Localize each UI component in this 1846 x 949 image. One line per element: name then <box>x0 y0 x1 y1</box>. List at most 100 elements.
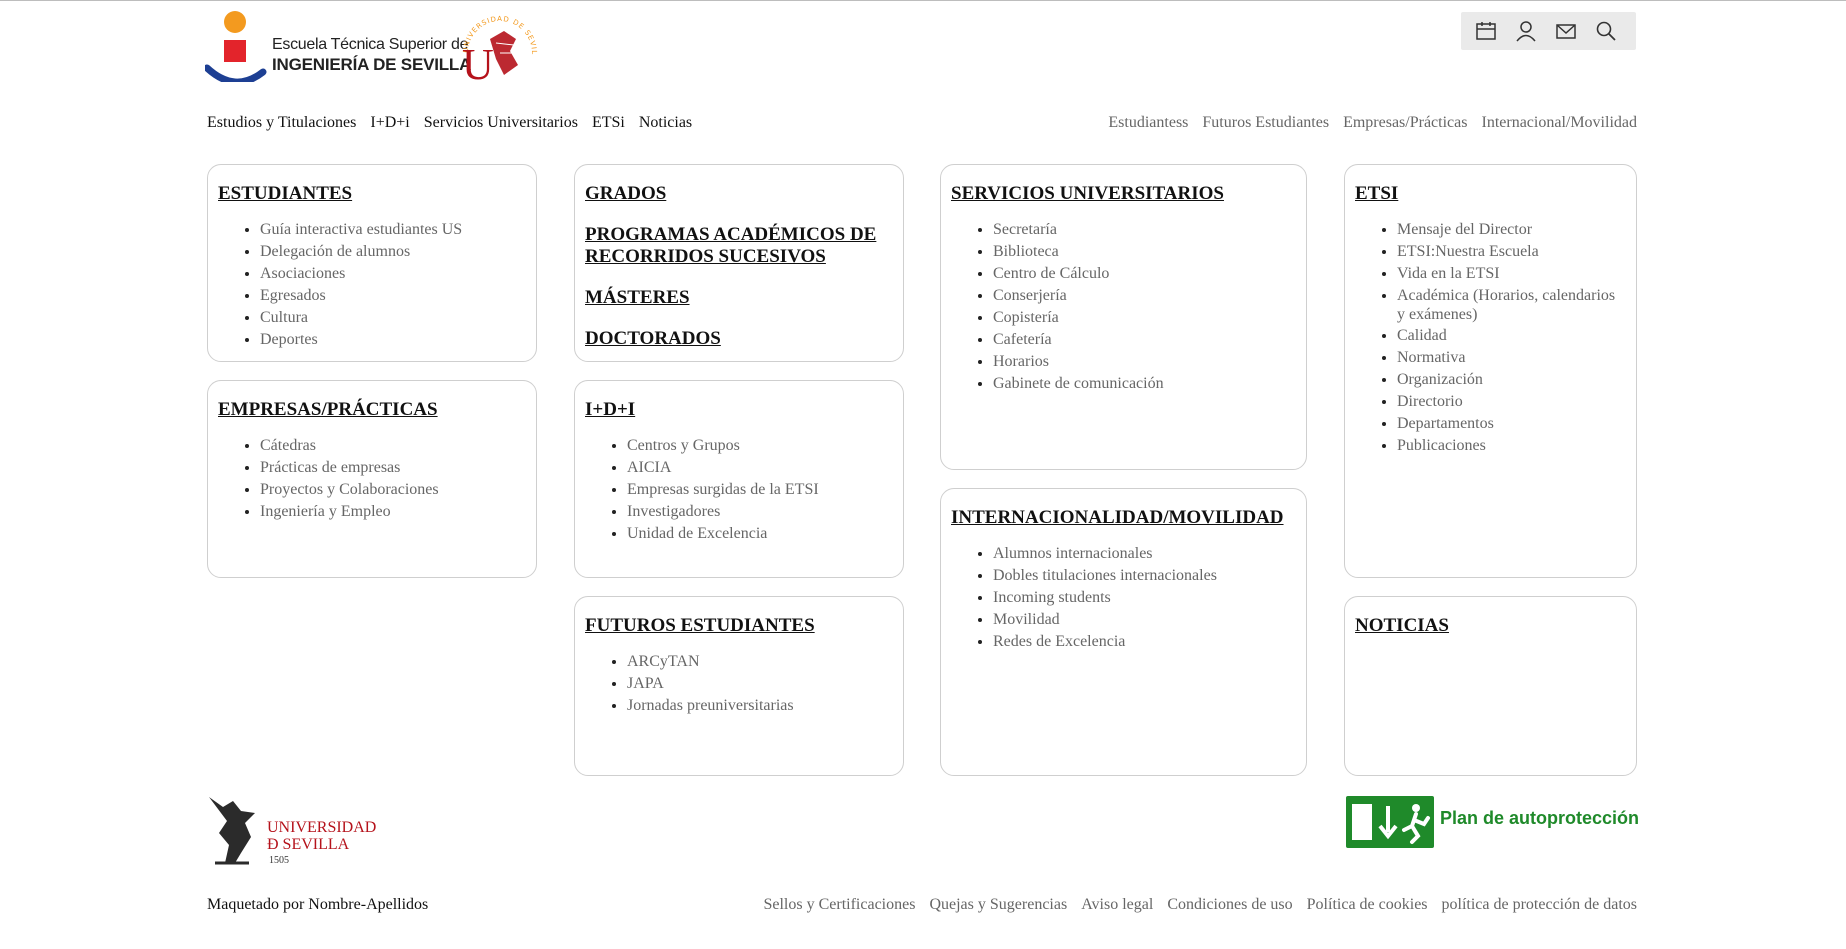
search-icon[interactable] <box>1595 20 1619 42</box>
list-item[interactable]: Asociaciones <box>260 263 526 285</box>
us-footer-year: 1505 <box>269 855 289 866</box>
list-item[interactable]: Movilidad <box>993 609 1296 631</box>
footer-link-aviso-legal[interactable]: Aviso legal <box>1081 896 1153 914</box>
plan-autoproteccion-label[interactable]: Plan de autoprotección <box>1440 808 1639 829</box>
user-icon[interactable] <box>1515 20 1539 42</box>
mail-icon[interactable] <box>1555 20 1579 42</box>
list-item[interactable]: Guía interactiva estudiantes US <box>260 219 526 241</box>
card-list: Alumnos internacionales Dobles titulacio… <box>951 543 1296 653</box>
list-item[interactable]: Gabinete de comunicación <box>993 373 1296 395</box>
list-item[interactable]: Secretaría <box>993 219 1296 241</box>
list-item[interactable]: Copistería <box>993 307 1296 329</box>
list-item[interactable]: Alumnos internacionales <box>993 543 1296 565</box>
us-footer-logo[interactable]: UNIVERSIDAD Ð SEVILLA 1505 <box>205 793 385 869</box>
card-list: Guía interactiva estudiantes US Delegaci… <box>218 219 526 351</box>
list-item[interactable]: Mensaje del Director <box>1397 219 1626 241</box>
list-item[interactable]: Organización <box>1397 369 1626 391</box>
card-etsi: ETSI Mensaje del Director ETSI:Nuestra E… <box>1344 164 1637 578</box>
footer-link-condiciones[interactable]: Condiciones de uso <box>1167 896 1292 914</box>
list-item[interactable]: Cafetería <box>993 329 1296 351</box>
nav-noticias[interactable]: Noticias <box>639 114 692 132</box>
list-item[interactable]: Biblioteca <box>993 241 1296 263</box>
card-title[interactable]: NOTICIAS <box>1355 615 1626 637</box>
list-item[interactable]: Cultura <box>260 307 526 329</box>
emergency-exit-icon <box>1346 796 1434 848</box>
list-item[interactable]: Vida en la ETSI <box>1397 263 1626 285</box>
list-item[interactable]: Conserjería <box>993 285 1296 307</box>
heading-programas[interactable]: PROGRAMAS ACADÉMICOS DE RECORRIDOS SUCES… <box>585 224 893 268</box>
nav-empresas[interactable]: Empresas/Prácticas <box>1343 114 1467 132</box>
audience-nav: Estudiantess Futuros Estudiantes Empresa… <box>1108 114 1637 132</box>
list-item[interactable]: Centro de Cálculo <box>993 263 1296 285</box>
card-title[interactable]: ETSI <box>1355 183 1626 205</box>
list-item[interactable]: Empresas surgidas de la ETSI <box>627 479 893 501</box>
list-item[interactable]: Redes de Excelencia <box>993 631 1296 653</box>
list-item[interactable]: Normativa <box>1397 347 1626 369</box>
list-item[interactable]: Proyectos y Colaboraciones <box>260 479 526 501</box>
list-item[interactable]: Unidad de Excelencia <box>627 523 893 545</box>
list-item[interactable]: Cátedras <box>260 435 526 457</box>
list-item[interactable]: ARCyTAN <box>627 651 893 673</box>
card-empresas: EMPRESAS/PRÁCTICAS Cátedras Prácticas de… <box>207 380 537 578</box>
list-item[interactable]: Dobles titulaciones internacionales <box>993 565 1296 587</box>
calendar-icon[interactable] <box>1475 20 1499 42</box>
us-seal-logo[interactable]: UNIVERSIDAD DE SEVILLA U <box>453 3 540 89</box>
list-item[interactable]: Centros y Grupos <box>627 435 893 457</box>
heading-doctorados[interactable]: DOCTORADOS <box>585 328 893 350</box>
list-item[interactable]: Publicaciones <box>1397 435 1626 457</box>
card-futuros: FUTUROS ESTUDIANTES ARCyTAN JAPA Jornada… <box>574 596 904 776</box>
header-toolbar <box>1461 12 1636 50</box>
list-item[interactable]: AICIA <box>627 457 893 479</box>
heading-masteres[interactable]: MÁSTERES <box>585 287 893 309</box>
nav-internacional[interactable]: Internacional/Movilidad <box>1481 114 1637 132</box>
card-estudiantes: ESTUDIANTES Guía interactiva estudiantes… <box>207 164 537 362</box>
logo-line-2: INGENIERÍA DE SEVILLA <box>272 55 472 74</box>
card-title[interactable]: FUTUROS ESTUDIANTES <box>585 615 893 637</box>
list-item[interactable]: Jornadas preuniversitarias <box>627 695 893 717</box>
footer-link-proteccion-datos[interactable]: política de protección de datos <box>1442 896 1637 914</box>
card-estudios: GRADOS PROGRAMAS ACADÉMICOS DE RECORRIDO… <box>574 164 904 362</box>
card-idi: I+D+I Centros y Grupos AICIA Empresas su… <box>574 380 904 578</box>
card-servicios: SERVICIOS UNIVERSITARIOS Secretaría Bibl… <box>940 164 1307 470</box>
list-item[interactable]: Departamentos <box>1397 413 1626 435</box>
card-title[interactable]: I+D+I <box>585 399 893 421</box>
list-item[interactable]: JAPA <box>627 673 893 695</box>
list-item[interactable]: Directorio <box>1397 391 1626 413</box>
credit-text: Maquetado por Nombre-Apellidos <box>207 896 429 913</box>
list-item[interactable]: Horarios <box>993 351 1296 373</box>
nav-estudios[interactable]: Estudios y Titulaciones <box>207 114 356 132</box>
footer-links: Sellos y Certificaciones Quejas y Sugere… <box>763 896 1637 914</box>
list-item[interactable]: Delegación de alumnos <box>260 241 526 263</box>
footer-link-cookies[interactable]: Política de cookies <box>1307 896 1428 914</box>
list-item[interactable]: Académica (Horarios, calendarios y exáme… <box>1397 285 1626 325</box>
list-item[interactable]: ETSI:Nuestra Escuela <box>1397 241 1626 263</box>
list-item[interactable]: Investigadores <box>627 501 893 523</box>
heading-grados[interactable]: GRADOS <box>585 183 893 205</box>
card-title[interactable]: EMPRESAS/PRÁCTICAS <box>218 399 526 421</box>
card-noticias: NOTICIAS <box>1344 596 1637 776</box>
list-item[interactable]: Prácticas de empresas <box>260 457 526 479</box>
etsi-logo-text: Escuela Técnica Superior de INGENIERÍA D… <box>272 35 471 75</box>
footer-link-sellos[interactable]: Sellos y Certificaciones <box>763 896 915 914</box>
main-nav: Estudios y Titulaciones I+D+i Servicios … <box>207 114 692 132</box>
card-title[interactable]: INTERNACIONALIDAD/MOVILIDAD <box>951 507 1296 529</box>
card-internacional: INTERNACIONALIDAD/MOVILIDAD Alumnos inte… <box>940 488 1307 776</box>
card-title[interactable]: SERVICIOS UNIVERSITARIOS <box>951 183 1296 205</box>
footer-link-quejas[interactable]: Quejas y Sugerencias <box>929 896 1067 914</box>
list-item[interactable]: Ingeniería y Empleo <box>260 501 526 523</box>
list-item[interactable]: Deportes <box>260 329 526 351</box>
list-item[interactable]: Egresados <box>260 285 526 307</box>
us-footer-logo-mark: UNIVERSIDAD Ð SEVILLA 1505 <box>209 797 376 866</box>
nav-idi[interactable]: I+D+i <box>370 114 409 132</box>
card-list: Centros y Grupos AICIA Empresas surgidas… <box>585 435 893 545</box>
svg-text:U: U <box>462 40 494 85</box>
nav-estudiantes[interactable]: Estudiantess <box>1108 114 1188 132</box>
us-footer-line-1: UNIVERSIDAD <box>267 819 376 836</box>
nav-etsi[interactable]: ETSi <box>592 114 625 132</box>
nav-servicios[interactable]: Servicios Universitarios <box>424 114 578 132</box>
card-title[interactable]: ESTUDIANTES <box>218 183 526 205</box>
us-seal-icon: UNIVERSIDAD DE SEVILLA U <box>453 3 537 89</box>
list-item[interactable]: Calidad <box>1397 325 1626 347</box>
nav-futuros-estudiantes[interactable]: Futuros Estudiantes <box>1202 114 1329 132</box>
list-item[interactable]: Incoming students <box>993 587 1296 609</box>
